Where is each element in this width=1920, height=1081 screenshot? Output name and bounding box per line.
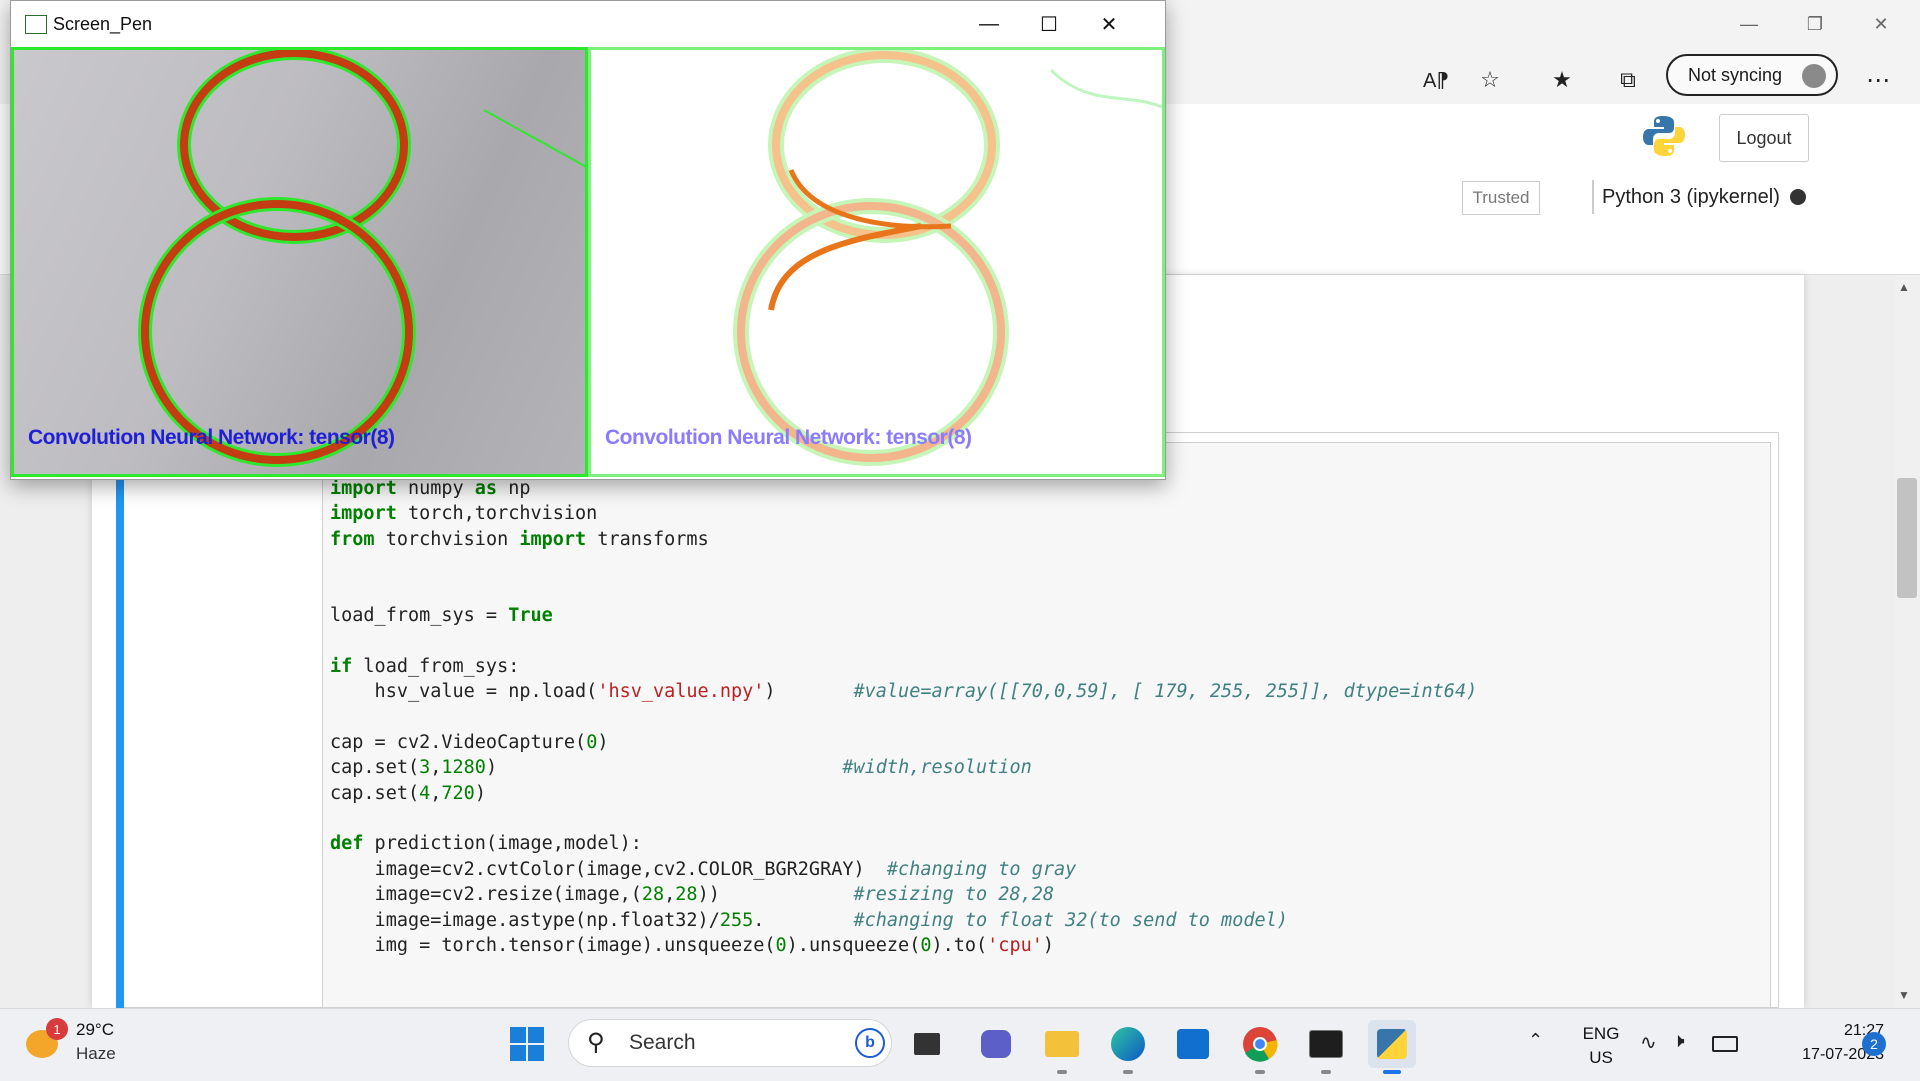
prediction-label: Convolution Neural Network: tensor(8) xyxy=(28,426,395,449)
search-placeholder: Search xyxy=(629,1031,696,1054)
task-view-icon xyxy=(914,1033,940,1055)
kernel-status-icon xyxy=(1790,189,1806,205)
camera-feed-panel: Convolution Neural Network: tensor(8) xyxy=(11,47,588,477)
more-menu-icon[interactable]: ⋯ xyxy=(1858,60,1898,100)
code-line: img = torch.tensor(image).unsqueeze(0).u… xyxy=(330,935,1055,957)
code-line: if load_from_sys: xyxy=(330,655,520,677)
search-icon: ⚲ xyxy=(587,1029,605,1056)
scroll-up-icon[interactable]: ▲ xyxy=(1898,280,1910,294)
weather-widget[interactable]: 1 29°C Haze xyxy=(22,1016,162,1072)
kernel-indicator[interactable]: Python 3 (ipykernel) xyxy=(1592,180,1822,214)
favorites-icon[interactable]: ★ xyxy=(1542,60,1582,100)
weather-badge: 1 xyxy=(46,1018,68,1040)
logout-button[interactable]: Logout xyxy=(1719,114,1809,162)
lang-bottom: US xyxy=(1589,1048,1613,1067)
taskbar-task-view[interactable] xyxy=(903,1020,951,1068)
python-app-icon xyxy=(1377,1029,1407,1059)
read-aloud-icon[interactable]: A⁋ xyxy=(1416,60,1456,100)
pen-maximize-button[interactable]: ☐ xyxy=(1019,5,1079,43)
code-editor[interactable]: import numpy as np import torch,torchvisi… xyxy=(330,476,1477,958)
taskbar-python[interactable] xyxy=(1368,1020,1416,1074)
language-indicator[interactable]: ENG US xyxy=(1576,1022,1626,1070)
tray-overflow-icon[interactable]: ⌃ xyxy=(1528,1030,1543,1051)
weather-desc: Haze xyxy=(76,1044,116,1063)
code-line: cap.set(3,1280) #width,resolution xyxy=(330,757,1032,779)
python-logo-icon xyxy=(1642,114,1686,158)
code-line: image=image.astype(np.float32)/255. #cha… xyxy=(330,909,1288,931)
taskbar-store[interactable] xyxy=(1169,1020,1217,1068)
taskbar-chrome[interactable] xyxy=(1236,1020,1284,1074)
browser-close-button[interactable]: ✕ xyxy=(1858,8,1904,40)
window-title: Screen_Pen xyxy=(53,13,153,34)
prediction-label: Convolution Neural Network: tensor(8) xyxy=(605,426,972,449)
folder-icon xyxy=(1045,1031,1079,1057)
pen-minimize-button[interactable]: — xyxy=(959,5,1019,43)
code-line: image=cv2.resize(image,(28,28)) #resizin… xyxy=(330,884,1054,906)
taskbar-edge[interactable] xyxy=(1104,1020,1152,1074)
app-icon xyxy=(25,15,47,34)
cell-selected-indicator xyxy=(116,478,124,1008)
canvas-panel: Convolution Neural Network: tensor(8) xyxy=(588,47,1165,477)
code-line: cap.set(4,720) xyxy=(330,782,486,804)
collections-icon[interactable]: ⧉ xyxy=(1608,60,1648,100)
code-line: import torch,torchvision xyxy=(330,503,598,525)
profile-avatar-icon xyxy=(1802,64,1826,88)
code-line: image=cv2.cvtColor(image,cv2.COLOR_BGR2G… xyxy=(330,858,1077,880)
trusted-badge[interactable]: Trusted xyxy=(1462,181,1540,215)
windows-logo-icon xyxy=(510,1027,544,1061)
start-button[interactable] xyxy=(503,1020,551,1068)
teams-chat-icon xyxy=(981,1030,1011,1058)
notification-badge[interactable]: 2 xyxy=(1862,1032,1886,1056)
code-line: cap = cv2.VideoCapture(0) xyxy=(330,731,609,753)
weather-temp: 29°C xyxy=(76,1020,114,1039)
lang-top: ENG xyxy=(1582,1024,1620,1043)
taskbar xyxy=(0,1008,1920,1081)
taskbar-search[interactable]: ⚲ Search b xyxy=(568,1019,892,1067)
screen-pen-window[interactable]: Screen_Pen — ☐ ✕ Convolution Neural Netw… xyxy=(10,0,1166,480)
browser-restore-button[interactable]: ❐ xyxy=(1792,8,1838,40)
scroll-thumb[interactable] xyxy=(1897,478,1917,598)
pen-close-button[interactable]: ✕ xyxy=(1079,5,1139,43)
code-line: load_from_sys = True xyxy=(330,604,553,626)
page-scrollbar[interactable] xyxy=(1895,275,1920,1008)
code-line: def prediction(image,model): xyxy=(330,833,642,855)
volume-icon[interactable]: 🕨 xyxy=(1672,1030,1685,1053)
store-icon xyxy=(1177,1029,1209,1059)
terminal-icon xyxy=(1309,1030,1343,1058)
taskbar-terminal[interactable] xyxy=(1302,1020,1350,1074)
wifi-icon[interactable]: ∿ xyxy=(1640,1030,1657,1055)
taskbar-file-explorer[interactable] xyxy=(1038,1020,1086,1074)
add-favorite-icon[interactable]: ☆ xyxy=(1470,60,1510,100)
battery-icon[interactable] xyxy=(1712,1036,1738,1052)
bing-icon[interactable]: b xyxy=(855,1028,885,1058)
code-line: hsv_value = np.load('hsv_value.npy') #va… xyxy=(330,681,1478,703)
browser-minimize-button[interactable]: — xyxy=(1726,8,1772,40)
scroll-down-icon[interactable]: ▼ xyxy=(1898,988,1910,1002)
taskbar-teams[interactable] xyxy=(972,1020,1020,1068)
code-line: from torchvision import transforms xyxy=(330,528,709,550)
profile-sync-button[interactable]: Not syncing xyxy=(1666,54,1838,96)
chrome-icon xyxy=(1243,1027,1278,1062)
sync-label: Not syncing xyxy=(1688,64,1783,85)
edge-icon xyxy=(1111,1027,1145,1061)
